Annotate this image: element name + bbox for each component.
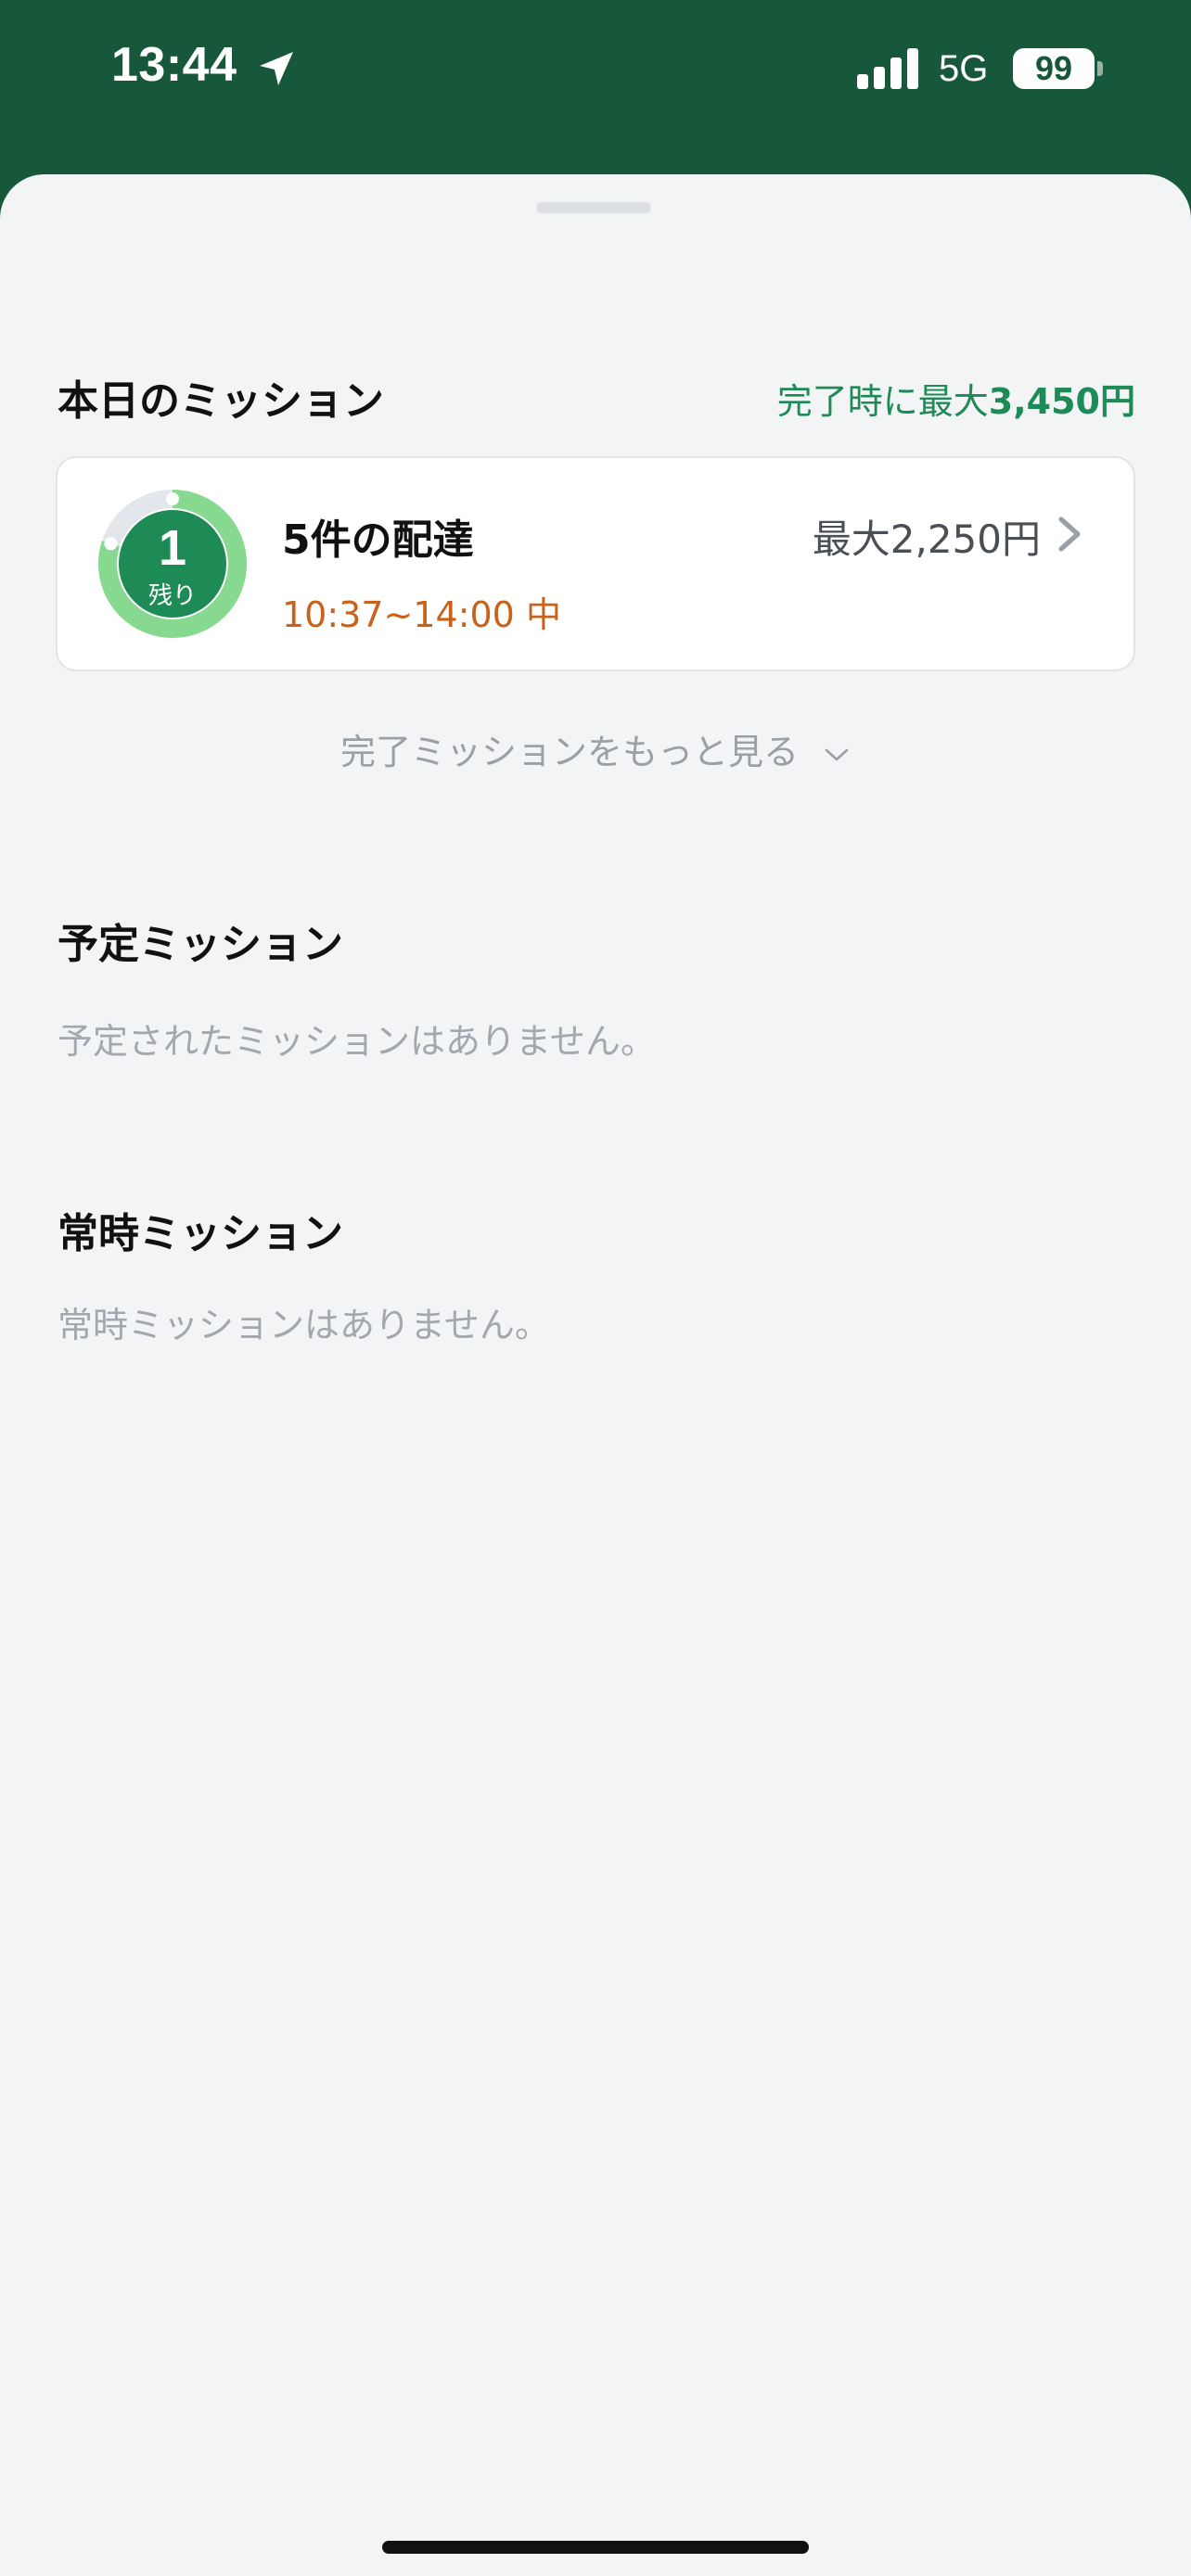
mission-time-window: 10:37~14:00 中: [282, 594, 561, 635]
battery-icon: 99: [1013, 48, 1095, 89]
sheet-grabber[interactable]: [536, 202, 651, 213]
today-missions-title: 本日のミッション: [58, 377, 384, 425]
mission-reward: 最大2,250円: [812, 516, 1041, 562]
show-more-label: 完了ミッションをもっと見る: [339, 732, 799, 772]
remaining-label: 残り: [147, 582, 197, 610]
show-more-completed-button[interactable]: 完了ミッションをもっと見る: [0, 723, 1191, 774]
mission-card[interactable]: 1 残り 5件の配達 10:37~14:00 中 最大2,250円: [56, 456, 1135, 671]
progress-dot-start: [166, 492, 179, 505]
status-time: 13:44: [111, 38, 237, 92]
remaining-count: 1: [158, 520, 187, 576]
battery-cap: [1097, 61, 1103, 76]
status-bar: 13:44 5G 99: [0, 0, 1191, 174]
chevron-down-icon: [825, 748, 849, 760]
permanent-empty-message: 常時ミッションはありません。: [58, 1305, 550, 1345]
max-reward-prefix: 完了時に最大: [776, 381, 989, 422]
location-arrow-icon: [260, 52, 293, 85]
permanent-missions-title: 常時ミッション: [58, 1210, 343, 1257]
scheduled-missions-title: 予定ミッション: [58, 921, 343, 968]
today-max-reward: 完了時に最大3,450円: [777, 373, 1135, 424]
home-indicator[interactable]: [382, 2541, 809, 2554]
missions-sheet: 本日のミッション 完了時に最大3,450円 1 残り 5件の配達 10:37~1…: [0, 174, 1191, 2576]
mission-title: 5件の配達: [282, 516, 474, 564]
scheduled-empty-message: 予定されたミッションはありません。: [58, 1021, 656, 1062]
signal-icon: [857, 48, 918, 89]
max-reward-amount: 3,450円: [988, 381, 1135, 422]
network-label: 5G: [939, 48, 989, 89]
chevron-right-icon: [1058, 516, 1081, 552]
